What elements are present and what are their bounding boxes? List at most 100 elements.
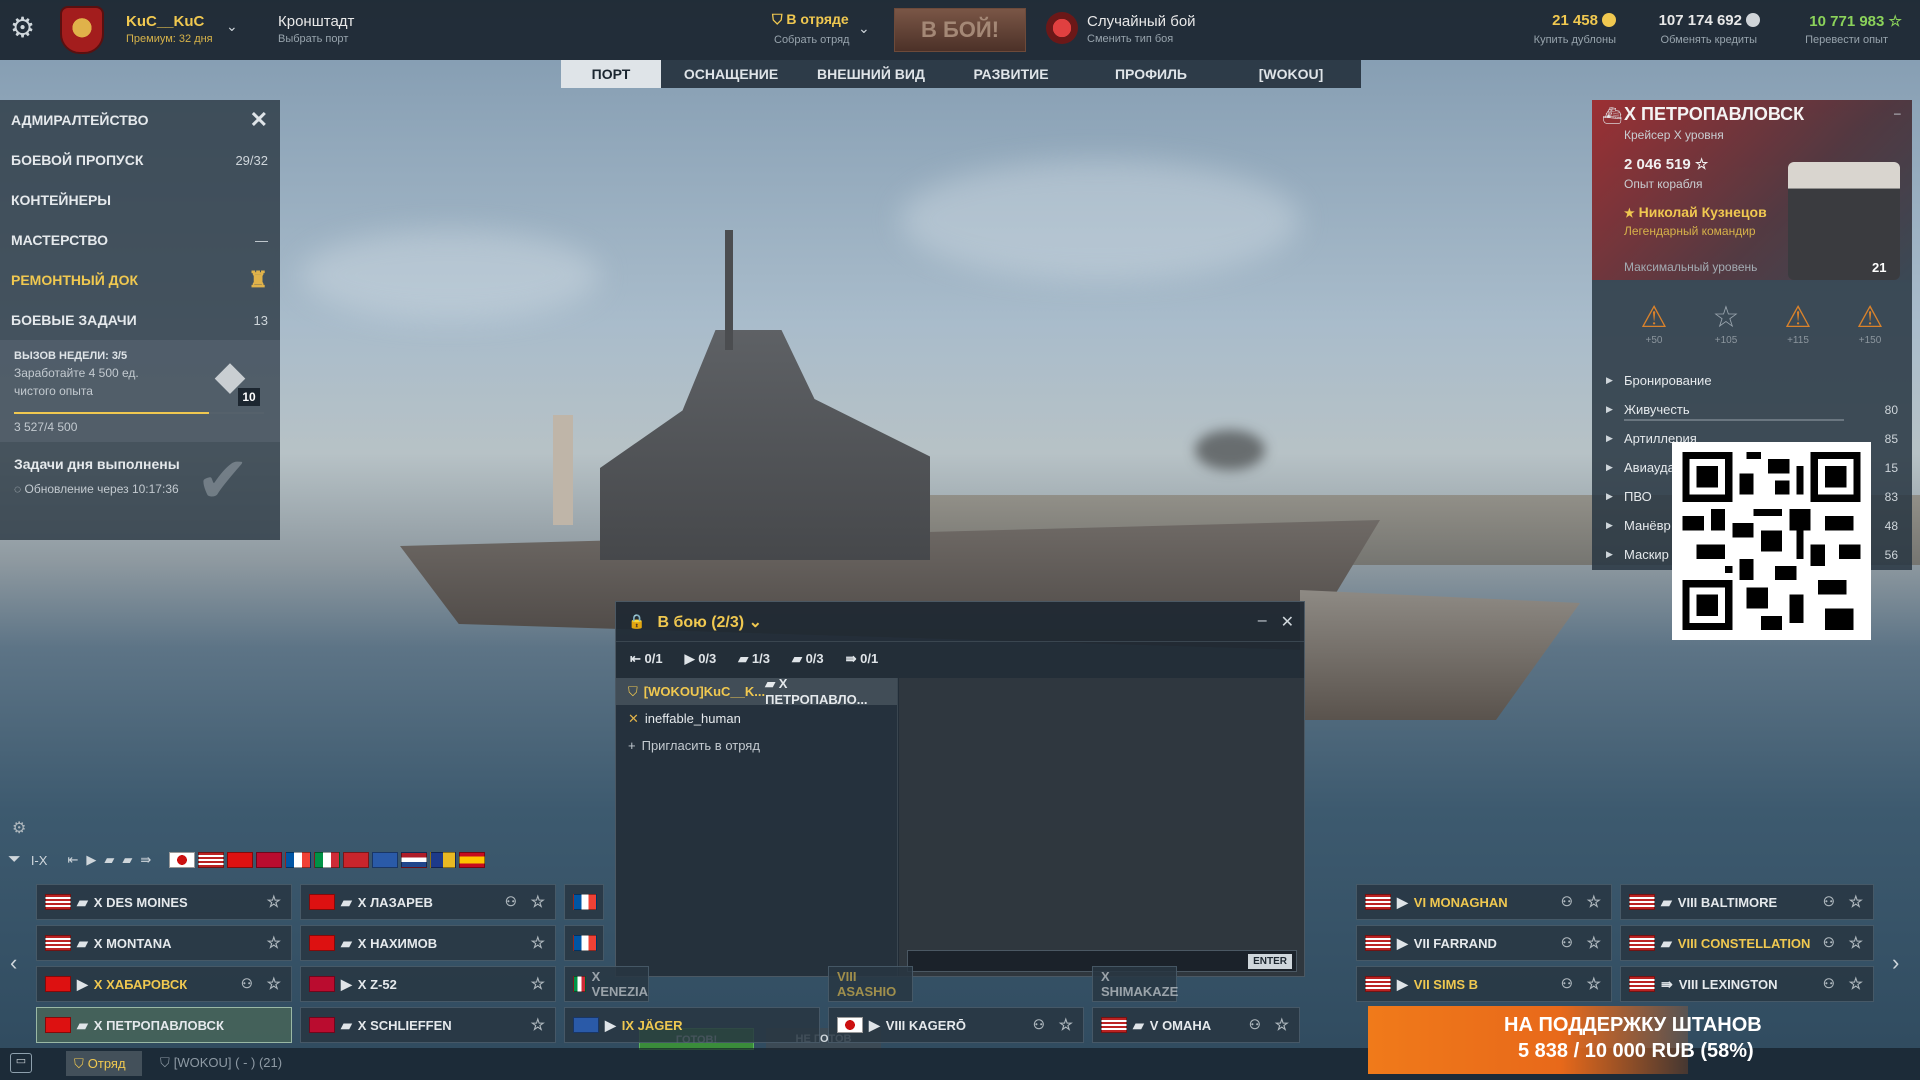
bonus-slot[interactable]: ⚠ +115 [1776,300,1820,346]
flag-norway-icon[interactable] [256,852,283,868]
close-icon[interactable]: ✕ [1281,612,1294,632]
star-icon[interactable]: ☆ [531,892,545,912]
flag-italy-icon[interactable] [314,852,341,868]
squad-status[interactable]: ⛉ В отряде [772,11,849,28]
bonus-slot[interactable]: ☆ +105 [1704,300,1748,346]
squad-member[interactable]: ✕ ineffable_human [616,705,897,732]
ship-card[interactable]: ▶ VIII KAGERŌ ⚇ ☆ [828,1007,1084,1043]
ship-card[interactable]: ▶ VII SIMS B ⚇ ☆ [1356,966,1612,1002]
star-icon[interactable]: ☆ [267,933,281,953]
ship-card-partial[interactable] [564,884,604,920]
star-icon[interactable]: ☆ [531,1015,545,1035]
battle-mode-selector[interactable]: Случайный бой [1087,13,1196,30]
squad-member[interactable]: ⛉ [WOKOU]KuC__K... ▰ X ПЕТРОПАВЛО... [616,676,897,707]
port-selector[interactable]: Кронштадт [278,13,354,30]
star-icon[interactable]: ☆ [1587,974,1601,994]
star-icon[interactable]: ☆ [1587,933,1601,953]
tab-clan[interactable]: [WOKOU] [1221,60,1361,88]
flag-spain-icon[interactable] [459,852,486,868]
daily-missions[interactable]: Задачи дня выполнены ◌ Обновление через … [0,442,280,540]
flag-ussr-icon[interactable] [227,852,254,868]
stat-row-survivability[interactable]: Живучесть 80 [1592,395,1912,424]
ship-card[interactable]: ⇛ VIII LEXINGTON ⚇ ☆ [1620,966,1874,1002]
ship-card[interactable]: ▰ X НАХИМОВ ☆ [300,925,556,961]
free-xp-hint[interactable]: Перевести опыт [1780,34,1888,46]
tab-port[interactable]: ПОРТ [561,60,661,88]
star-icon[interactable]: ☆ [1275,1015,1289,1035]
weekly-challenge[interactable]: ВЫЗОВ НЕДЕЛИ: 3/5 Заработайте 4 500 ед. … [0,340,280,442]
squad-chat-tab[interactable]: ⛉ Отряд [66,1051,142,1076]
star-icon[interactable]: ☆ [267,892,281,912]
player-name[interactable]: KuC__KuC [126,13,204,30]
invite-to-squad[interactable]: + Пригласить в отряд [616,732,897,759]
ship-card-partial[interactable] [564,925,604,961]
ship-card[interactable]: ▶ VII FARRAND ⚇ ☆ [1356,925,1612,961]
sidebar-item-battle-pass[interactable]: БОЕВОЙ ПРОПУСК 29/32 [0,140,280,180]
ship-card[interactable]: ▰ X MONTANA ☆ [36,925,292,961]
chat-icon[interactable]: ▭ [10,1053,32,1073]
enter-button[interactable]: ENTER [1248,954,1292,969]
ship-card[interactable]: ▰ X DES MOINES ☆ [36,884,292,920]
chevron-down-icon[interactable]: ⌄ [858,20,870,37]
lock-icon[interactable]: 🔒 [628,613,645,630]
credits-hint[interactable]: Обменять кредиты [1630,34,1757,46]
clan-chat-tab[interactable]: ⛉ [WOKOU] ( - ) (21) [160,1055,282,1071]
star-icon[interactable]: ☆ [531,933,545,953]
star-icon[interactable]: ☆ [1059,1015,1073,1035]
flag-pan-asia-icon[interactable] [343,852,370,868]
doubloons-balance[interactable]: 21 458 [1500,12,1616,29]
flag-japan-icon[interactable] [169,852,196,868]
star-icon[interactable]: ☆ [1849,933,1863,953]
star-icon[interactable]: ☆ [1849,892,1863,912]
sidebar-item-combat-missions[interactable]: БОЕВЫЕ ЗАДАЧИ 13 [0,300,280,340]
ship-card[interactable]: ▰ VIII CONSTELLATION ⚇ ☆ [1620,925,1874,961]
flag-france-icon[interactable] [285,852,312,868]
battle-mode-icon[interactable] [1046,12,1078,44]
ship-card[interactable]: ▶ IX JÄGER [564,1007,820,1043]
credits-balance[interactable]: 107 174 692 [1630,12,1760,29]
bonus-slot[interactable]: ⚠ +150 [1848,300,1892,346]
tier-filter[interactable]: I-X [31,853,48,868]
bonus-slot[interactable]: ⚠ +50 [1632,300,1676,346]
doubloons-hint[interactable]: Купить дублоны [1500,34,1616,46]
ship-card-selected[interactable]: ▰ X ПЕТРОПАВЛОВСК [36,1007,292,1043]
star-icon[interactable]: ☆ [1849,974,1863,994]
carousel-prev-arrow-icon[interactable]: ‹ [10,950,17,976]
star-icon[interactable]: ☆ [1587,892,1601,912]
tab-development[interactable]: РАЗВИТИЕ [941,60,1081,88]
ship-card-partial[interactable]: X SHIMAKAZE [1092,966,1178,1002]
settings-gear-icon[interactable]: ⚙ [10,14,38,42]
tab-profile[interactable]: ПРОФИЛЬ [1081,60,1221,88]
carousel-settings-icon[interactable]: ⚙ [12,818,26,838]
chevron-down-icon[interactable]: ⌄ [226,18,238,35]
tab-equipment[interactable]: ОСНАЩЕНИЕ [661,60,801,88]
carousel-next-arrow-icon[interactable]: › [1892,950,1899,976]
collapse-icon[interactable]: – [1894,106,1901,120]
ship-card[interactable]: ▰ V OMAHA ⚇ ☆ [1092,1007,1300,1043]
sidebar-item-repair-dock[interactable]: РЕМОНТНЫЙ ДОК ♜ [0,260,280,300]
filter-icon[interactable]: ⏷ [8,851,21,869]
ship-card-partial[interactable]: VIII ASASHIO [828,966,913,1002]
star-icon[interactable]: ☆ [267,974,281,994]
sidebar-item-containers[interactable]: КОНТЕЙНЕРЫ [0,180,280,220]
battle-button[interactable]: В БОЙ! [894,8,1026,52]
ship-card[interactable]: ▰ VIII BALTIMORE ⚇ ☆ [1620,884,1874,920]
ship-card[interactable]: ▶ X ХАБАРОВСК ⚇ ☆ [36,966,292,1002]
star-icon[interactable]: ☆ [531,974,545,994]
sidebar-item-mastery[interactable]: МАСТЕРСТВО — [0,220,280,260]
ship-card[interactable]: ▰ X ЛАЗАРЕВ ⚇ ☆ [300,884,556,920]
ship-card[interactable]: ▶ VI MONAGHAN ⚇ ☆ [1356,884,1612,920]
commander-name[interactable]: ★ Николай Кузнецов [1624,204,1767,220]
flag-usa-icon[interactable] [198,852,225,868]
flag-netherlands-icon[interactable] [401,852,428,868]
ship-card-partial[interactable]: X VENEZIA [564,966,649,1002]
flag-commonwealth-icon[interactable] [372,852,399,868]
ship-card[interactable]: ▶ X Z-52 ☆ [300,966,556,1002]
sidebar-item-admiralty[interactable]: АДМИРАЛТЕЙСТВО ✕ [0,100,280,140]
stat-row-armor[interactable]: Бронирование [1592,366,1912,395]
class-filter-icons[interactable]: ⇤▶▰▰⇛ [67,852,159,868]
free-xp-balance[interactable]: 10 771 983 ☆ [1780,12,1902,30]
squad-window-title[interactable]: В бою (2/3) ⌄ [657,612,762,632]
ship-card[interactable]: ▰ X SCHLIEFFEN ☆ [300,1007,556,1043]
flag-europe-icon[interactable] [430,852,457,868]
